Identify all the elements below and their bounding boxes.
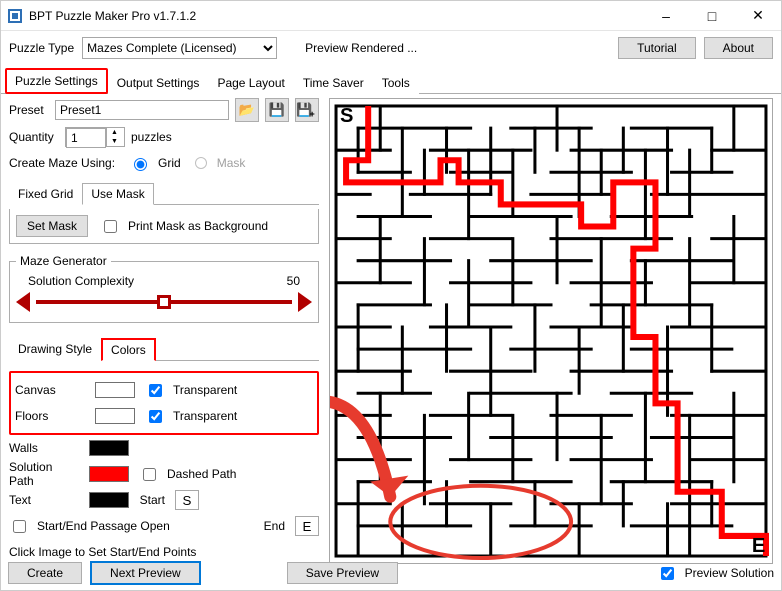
quantity-down[interactable]: ▼ bbox=[107, 137, 122, 146]
maze-generator-legend: Maze Generator bbox=[16, 254, 111, 268]
annotation-arrowhead-icon bbox=[370, 476, 408, 497]
preset-save-button[interactable]: 💾 bbox=[265, 98, 289, 122]
preview-solution-checkbox[interactable]: Preview Solution bbox=[657, 564, 774, 583]
preview-status-text: Preview Rendered ... bbox=[305, 41, 417, 55]
preset-save-as-button[interactable]: 💾+ bbox=[295, 98, 319, 122]
tutorial-button[interactable]: Tutorial bbox=[618, 37, 696, 59]
preview-pane: S E bbox=[329, 98, 773, 565]
preset-open-button[interactable]: 📂 bbox=[235, 98, 259, 122]
title-bar: BPT Puzzle Maker Pro v1.7.1.2 – □ ✕ bbox=[1, 1, 781, 31]
solution-path-label: Solution Path bbox=[9, 460, 79, 488]
end-marker: E bbox=[752, 535, 765, 557]
text-label: Text bbox=[9, 493, 79, 507]
main-tabs: Puzzle Settings Output Settings Page Lay… bbox=[1, 67, 781, 94]
quantity-unit: puzzles bbox=[131, 130, 172, 144]
preset-label: Preset bbox=[9, 103, 49, 117]
create-using-row: Create Maze Using: Grid Mask bbox=[9, 152, 319, 174]
quantity-row: Quantity ▲▼ puzzles bbox=[9, 126, 319, 148]
close-button[interactable]: ✕ bbox=[735, 1, 781, 31]
save-icon: 💾 bbox=[269, 102, 285, 118]
preset-row: Preset 📂 💾 💾+ bbox=[9, 98, 319, 122]
preset-input[interactable] bbox=[55, 100, 229, 120]
colors-panel: Canvas Transparent Floors Transparent bbox=[9, 365, 319, 565]
canvas-color-swatch[interactable] bbox=[95, 382, 135, 398]
quantity-up[interactable]: ▲ bbox=[107, 128, 122, 137]
canvas-label: Canvas bbox=[15, 383, 85, 397]
walls-color-swatch[interactable] bbox=[89, 440, 129, 456]
style-tabs: Drawing Style Colors bbox=[9, 337, 319, 361]
puzzle-type-select[interactable]: Mazes Complete (Licensed) bbox=[82, 37, 277, 59]
content-area: Preset 📂 💾 💾+ Quantity ▲▼ puzzles Create… bbox=[1, 94, 781, 573]
create-button[interactable]: Create bbox=[8, 562, 82, 584]
tab-puzzle-settings[interactable]: Puzzle Settings bbox=[5, 68, 108, 94]
puzzle-type-label: Puzzle Type bbox=[9, 41, 74, 55]
maze-preview[interactable]: S E bbox=[329, 98, 773, 564]
text-color-swatch[interactable] bbox=[89, 492, 129, 508]
tab-page-layout[interactable]: Page Layout bbox=[208, 71, 293, 94]
slider-left-arrow-icon[interactable] bbox=[16, 292, 30, 312]
settings-panel: Preset 📂 💾 💾+ Quantity ▲▼ puzzles Create… bbox=[9, 98, 319, 565]
subtab-colors[interactable]: Colors bbox=[101, 338, 156, 361]
start-char-input[interactable] bbox=[175, 490, 199, 510]
create-using-mask-radio: Mask bbox=[195, 156, 246, 170]
floors-color-swatch[interactable] bbox=[95, 408, 135, 424]
use-mask-body: Set Mask Print Mask as Background bbox=[9, 209, 319, 244]
solution-color-swatch[interactable] bbox=[89, 466, 129, 482]
maximize-button[interactable]: □ bbox=[689, 1, 735, 31]
minimize-button[interactable]: – bbox=[643, 1, 689, 31]
subtab-use-mask[interactable]: Use Mask bbox=[82, 183, 153, 205]
complexity-value: 50 bbox=[287, 274, 300, 288]
window-title: BPT Puzzle Maker Pro v1.7.1.2 bbox=[29, 9, 643, 23]
start-marker: S bbox=[340, 105, 353, 127]
walls-label: Walls bbox=[9, 441, 79, 455]
tab-time-saver[interactable]: Time Saver bbox=[294, 71, 373, 94]
annotation-ellipse-icon bbox=[390, 486, 571, 558]
folder-icon: 📂 bbox=[239, 102, 255, 118]
complexity-label: Solution Complexity bbox=[28, 274, 134, 288]
next-preview-button[interactable]: Next Preview bbox=[90, 561, 201, 585]
top-row: Puzzle Type Mazes Complete (Licensed) Pr… bbox=[1, 31, 781, 65]
quantity-stepper[interactable]: ▲▼ bbox=[65, 127, 125, 147]
print-mask-bg-checkbox[interactable]: Print Mask as Background bbox=[100, 217, 268, 236]
end-char-input[interactable] bbox=[295, 516, 319, 536]
tab-output-settings[interactable]: Output Settings bbox=[108, 71, 209, 94]
floors-transparent-checkbox[interactable]: Transparent bbox=[145, 407, 237, 426]
create-using-label: Create Maze Using: bbox=[9, 156, 115, 170]
tab-tools[interactable]: Tools bbox=[373, 71, 419, 94]
canvas-transparent-checkbox[interactable]: Transparent bbox=[145, 381, 237, 400]
save-preview-button[interactable]: Save Preview bbox=[287, 562, 398, 584]
click-image-hint: Click Image to Set Start/End Points bbox=[9, 545, 196, 559]
subtab-drawing-style[interactable]: Drawing Style bbox=[9, 338, 101, 361]
slider-track[interactable] bbox=[36, 300, 292, 304]
slider-thumb[interactable] bbox=[157, 295, 171, 309]
set-mask-button[interactable]: Set Mask bbox=[16, 215, 88, 237]
floors-label: Floors bbox=[15, 409, 85, 423]
quantity-input[interactable] bbox=[66, 128, 106, 148]
dashed-path-checkbox[interactable]: Dashed Path bbox=[139, 465, 236, 484]
complexity-slider[interactable] bbox=[16, 288, 312, 316]
create-using-grid-radio[interactable]: Grid bbox=[129, 155, 181, 171]
start-label: Start bbox=[139, 493, 165, 507]
grid-radio-input[interactable] bbox=[134, 158, 147, 171]
passage-open-checkbox[interactable]: Start/End Passage Open bbox=[9, 517, 170, 536]
slider-right-arrow-icon[interactable] bbox=[298, 292, 312, 312]
grid-mask-tabs: Fixed Grid Use Mask bbox=[9, 182, 319, 205]
about-button[interactable]: About bbox=[704, 37, 773, 59]
app-icon bbox=[7, 8, 23, 24]
footer-bar: Create Next Preview Save Preview Preview… bbox=[8, 561, 774, 585]
quantity-label: Quantity bbox=[9, 130, 59, 144]
maze-svg: S E bbox=[330, 99, 772, 563]
end-label: End bbox=[259, 519, 285, 533]
maze-generator-group: Maze Generator Solution Complexity 50 bbox=[9, 254, 319, 323]
subtab-fixed-grid[interactable]: Fixed Grid bbox=[9, 183, 82, 205]
canvas-floors-highlight: Canvas Transparent Floors Transparent bbox=[9, 371, 319, 435]
